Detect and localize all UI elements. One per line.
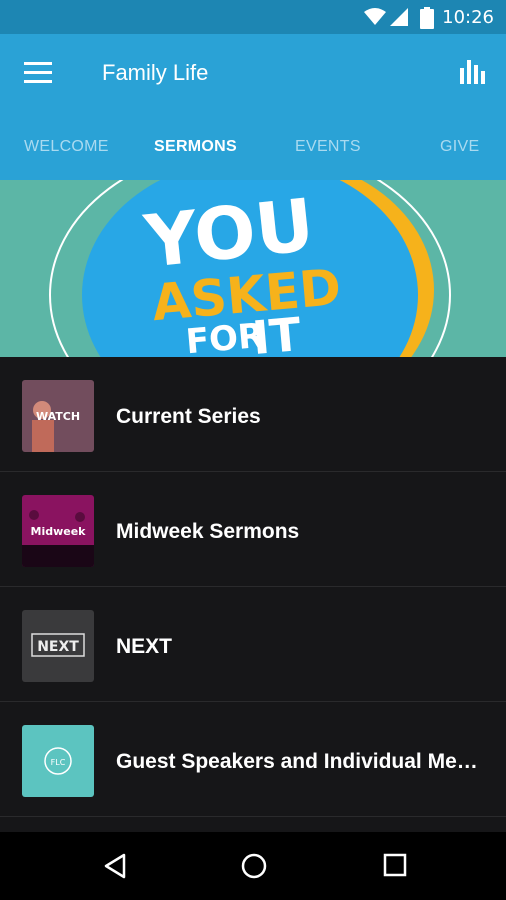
list-item[interactable]: NEXT NEXT [0, 587, 506, 702]
tab-events[interactable]: EVENTS [295, 138, 361, 156]
list-item-label: Guest Speakers and Individual Messages [116, 750, 486, 773]
wifi-icon [364, 8, 386, 25]
tab-give[interactable]: GIVE [440, 138, 479, 156]
banner-artwork: YOU ASKED FOR IT [49, 180, 451, 357]
sermon-list: WATCH Current Series Midweek Midweek Ser… [0, 357, 506, 832]
cell-signal-icon [390, 8, 408, 26]
svg-text:WATCH: WATCH [36, 410, 80, 423]
home-icon[interactable] [240, 852, 268, 880]
midweek-thumbnail: Midweek [22, 495, 94, 567]
app-bar: Family Life WELCOME SERMONS EVENTS GIVE [0, 34, 506, 180]
tab-bar: WELCOME SERMONS EVENTS GIVE [0, 134, 506, 180]
page-title: Family Life [102, 60, 209, 85]
tab-welcome[interactable]: WELCOME [24, 138, 109, 156]
back-icon[interactable] [102, 852, 128, 880]
list-item[interactable]: Midweek Midweek Sermons [0, 472, 506, 587]
battery-icon [420, 7, 434, 29]
list-item-label: NEXT [116, 635, 173, 658]
clock: 10:26 [442, 7, 494, 28]
svg-text:Midweek: Midweek [31, 525, 87, 538]
list-item-label: Current Series [116, 405, 261, 428]
series-thumbnail: WATCH [22, 380, 94, 452]
bar-chart-icon[interactable] [458, 56, 488, 86]
banner-text-it: IT [250, 307, 304, 357]
list-item-label: Midweek Sermons [116, 520, 300, 543]
guest-speakers-thumbnail: FLC [22, 725, 94, 797]
status-bar: 10:26 [0, 0, 506, 34]
list-item[interactable]: FLC Guest Speakers and Individual Messag… [0, 702, 506, 817]
svg-text:FLC: FLC [51, 758, 66, 767]
recents-icon[interactable] [382, 852, 408, 878]
tab-sermons[interactable]: SERMONS [154, 138, 237, 156]
svg-text:NEXT: NEXT [37, 639, 79, 655]
menu-icon[interactable] [24, 62, 52, 86]
series-banner[interactable]: YOU ASKED FOR IT [0, 180, 506, 357]
list-item[interactable]: WATCH Current Series [0, 357, 506, 472]
next-thumbnail: NEXT [22, 610, 94, 682]
nav-bar [0, 832, 506, 900]
